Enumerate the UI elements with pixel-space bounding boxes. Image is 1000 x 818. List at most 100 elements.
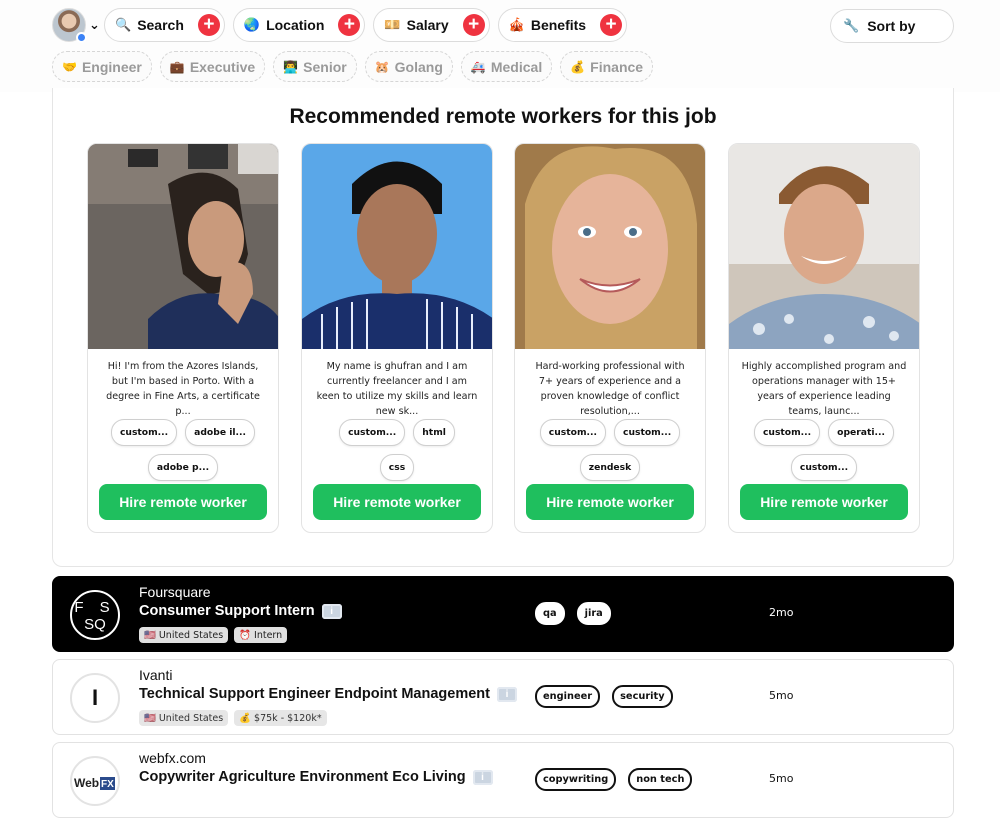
salary-filter-label: Salary — [406, 17, 449, 33]
wrench-icon: 🔧 — [843, 18, 860, 33]
add-benefits-icon[interactable]: + — [600, 14, 623, 36]
location-filter-button[interactable]: 🌏 Location + — [232, 8, 366, 42]
skill-chip[interactable]: operati... — [828, 419, 895, 446]
job-title-text[interactable]: Copywriter Agriculture Environment Eco L… — [139, 769, 466, 785]
circus-tent-icon: 🎪 — [508, 17, 525, 32]
job-row[interactable]: Web FX webfx.com Copywriter Agriculture E… — [52, 742, 954, 818]
company-name[interactable]: Ivanti — [139, 667, 172, 683]
job-row[interactable]: F S SQ Foursquare Consumer Support Intern… — [52, 576, 954, 652]
add-salary-icon[interactable]: + — [462, 14, 485, 36]
verified-badge-icon — [76, 32, 87, 43]
company-logo[interactable]: F S SQ — [70, 590, 120, 640]
worker-bio: Highly accomplished program and operatio… — [741, 361, 907, 417]
worker-photo[interactable] — [88, 144, 278, 349]
worker-card[interactable]: Hard-working professional with 7+ years … — [514, 143, 706, 533]
tag-label: Engineer — [81, 58, 142, 75]
worker-photo[interactable] — [302, 144, 492, 349]
job-title-text[interactable]: Consumer Support Intern — [139, 603, 315, 619]
hire-worker-button[interactable]: Hire remote worker — [740, 484, 908, 520]
tag-finance[interactable]: 💰 Finance — [560, 51, 654, 82]
worker-card[interactable]: My name is ghufran and I am currently fr… — [301, 143, 493, 533]
job-title[interactable]: Copywriter Agriculture Environment Eco L… — [139, 769, 493, 785]
tag-label: Golang — [394, 58, 443, 75]
worker-bio: Hard-working professional with 7+ years … — [535, 361, 685, 417]
worker-photo[interactable] — [729, 144, 919, 349]
skill-chip[interactable]: adobe p... — [147, 454, 219, 481]
worker-bio: Hi! I'm from the Azores Islands, but I'm… — [106, 361, 260, 417]
skill-tag[interactable]: non tech — [628, 768, 693, 791]
job-title-text[interactable]: Technical Support Engineer Endpoint Mana… — [139, 686, 490, 702]
skill-tag[interactable]: copywriting — [535, 768, 617, 791]
add-location-icon[interactable]: + — [338, 14, 361, 36]
skill-chip[interactable]: custom... — [753, 419, 821, 446]
info-icon[interactable]: i — [321, 603, 342, 619]
company-logo[interactable]: I — [70, 673, 120, 723]
skill-chip[interactable]: css — [379, 454, 415, 481]
skill-chip[interactable]: adobe il... — [185, 419, 256, 446]
location-filter-label: Location — [266, 17, 325, 33]
svg-text:SQ: SQ — [84, 616, 106, 633]
job-skills: engineer security — [535, 685, 685, 708]
posted-age: 5mo — [769, 689, 794, 702]
chevron-down-icon[interactable]: ⌄ — [89, 18, 100, 33]
tag-label: Medical — [490, 58, 543, 75]
search-filter-button[interactable]: 🔍 Search + — [104, 8, 225, 42]
avatar[interactable] — [52, 8, 87, 43]
salary-filter-button[interactable]: 💴 Salary + — [373, 8, 490, 42]
company-logo[interactable]: Web FX — [70, 756, 120, 806]
skill-chip[interactable]: custom... — [614, 419, 681, 446]
filter-row: ⌄ 🔍 Search + 🌏 Location + 💴 Salary + 🎪 B… — [52, 8, 635, 43]
account-menu[interactable]: ⌄ — [52, 8, 104, 43]
quick-tag-row: 🤝 Engineer 💼 Executive 👨‍💻 Senior 🐹 Golang 🚑… — [52, 51, 661, 82]
handshake-icon: 🤝 — [62, 59, 77, 74]
svg-text:Web: Web — [74, 776, 99, 790]
skill-tag[interactable]: qa — [535, 602, 565, 625]
tag-label: Finance — [590, 58, 644, 75]
tag-golang[interactable]: 🐹 Golang — [364, 51, 453, 82]
benefits-filter-button[interactable]: 🎪 Benefits + — [497, 8, 628, 42]
company-name[interactable]: Foursquare — [139, 584, 211, 600]
tag-engineer[interactable]: 🤝 Engineer — [52, 51, 152, 82]
ambulance-icon: 🚑 — [470, 59, 486, 74]
job-skills: qa jira — [535, 602, 623, 625]
location-tag[interactable]: 🇺🇸 United States — [139, 627, 229, 643]
tag-executive[interactable]: 💼 Executive — [159, 51, 266, 82]
job-title[interactable]: Consumer Support Intern i — [139, 603, 342, 619]
skill-chip[interactable]: custom... — [110, 419, 178, 446]
sort-by-button[interactable]: 🔧 Sort by — [830, 9, 954, 43]
sort-by-label: Sort by — [867, 18, 916, 34]
skill-tag[interactable]: security — [612, 685, 673, 708]
skill-tag[interactable]: jira — [576, 602, 611, 625]
recommended-title: Recommended remote workers for this job — [289, 105, 717, 128]
worker-card[interactable]: Highly accomplished program and operatio… — [728, 143, 920, 533]
tag-medical[interactable]: 🚑 Medical — [460, 51, 553, 82]
hire-worker-button[interactable]: Hire remote worker — [313, 484, 481, 520]
job-skills: copywriting non tech — [535, 768, 704, 791]
location-tag[interactable]: 🇺🇸 United States — [139, 710, 229, 726]
salary-tag[interactable]: 💰 $75k - $120k* — [234, 710, 327, 726]
hire-worker-button[interactable]: Hire remote worker — [99, 484, 267, 520]
employment-type-tag[interactable]: ⏰ Intern — [234, 627, 288, 643]
worker-card[interactable]: Hi! I'm from the Azores Islands, but I'm… — [87, 143, 279, 533]
svg-text:FX: FX — [101, 779, 114, 790]
tag-senior[interactable]: 👨‍💻 Senior — [273, 51, 357, 82]
skill-chip[interactable]: custom... — [539, 419, 606, 446]
skill-chip[interactable]: zendesk — [579, 454, 641, 481]
info-icon[interactable]: i — [472, 769, 493, 785]
info-icon[interactable]: i — [496, 686, 517, 702]
worker-skills: custom... custom... zendesk — [515, 407, 705, 489]
worker-photo[interactable] — [515, 144, 705, 349]
top-filter-bar: ⌄ 🔍 Search + 🌏 Location + 💴 Salary + 🎪 B… — [0, 0, 1000, 92]
skill-chip[interactable]: custom... — [339, 419, 406, 446]
job-row[interactable]: I Ivanti Technical Support Engineer Endp… — [52, 659, 954, 735]
add-search-icon[interactable]: + — [197, 14, 220, 36]
company-name[interactable]: webfx.com — [139, 750, 206, 766]
worker-bio: My name is ghufran and I am currently fr… — [316, 361, 478, 417]
globe-icon: 🌏 — [243, 17, 261, 32]
svg-text:F S: F S — [74, 599, 115, 616]
skill-chip[interactable]: custom... — [790, 454, 858, 481]
skill-chip[interactable]: html — [413, 419, 455, 446]
job-title[interactable]: Technical Support Engineer Endpoint Mana… — [139, 686, 517, 702]
skill-tag[interactable]: engineer — [535, 685, 601, 708]
hire-worker-button[interactable]: Hire remote worker — [526, 484, 694, 520]
